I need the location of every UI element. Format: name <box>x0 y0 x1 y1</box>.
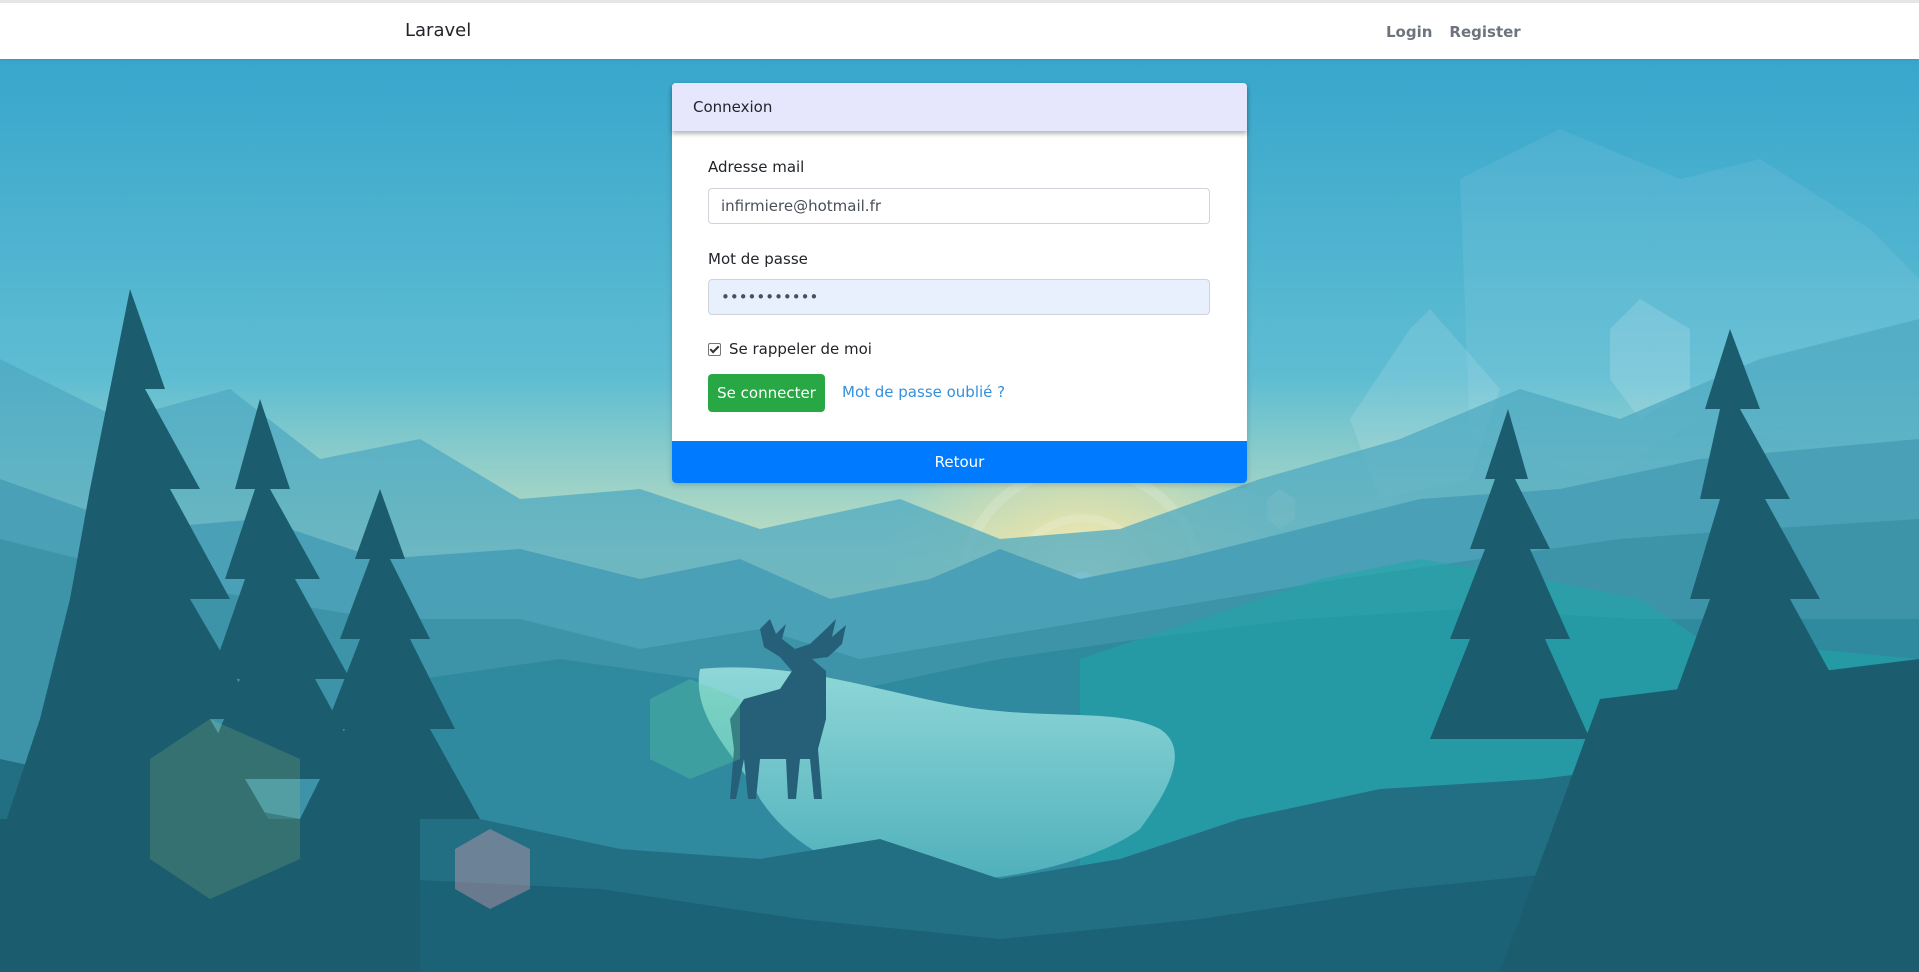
remember-row: Se rappeler de moi <box>708 340 872 358</box>
password-label: Mot de passe <box>708 250 808 268</box>
email-label: Adresse mail <box>708 158 805 176</box>
navbar: Laravel Login Register <box>0 3 1919 59</box>
card-header: Connexion <box>672 83 1247 131</box>
remember-label: Se rappeler de moi <box>729 340 872 358</box>
back-button[interactable]: Retour <box>672 441 1247 483</box>
login-button[interactable]: Se connecter <box>708 374 825 412</box>
remember-checkbox[interactable] <box>708 342 721 356</box>
password-field[interactable] <box>708 279 1210 315</box>
register-link[interactable]: Register <box>1449 23 1520 41</box>
login-link[interactable]: Login <box>1386 23 1432 41</box>
card-body: Adresse mail Mot de passe Se rappeler de… <box>672 131 1247 441</box>
card-title: Connexion <box>693 98 773 116</box>
email-field[interactable] <box>708 188 1210 224</box>
login-card: Connexion Adresse mail Mot de passe Se r… <box>672 83 1247 483</box>
brand-link[interactable]: Laravel <box>405 20 471 41</box>
nav-links: Login Register <box>1386 23 1521 41</box>
forgot-password-link[interactable]: Mot de passe oublié ? <box>842 383 1005 401</box>
